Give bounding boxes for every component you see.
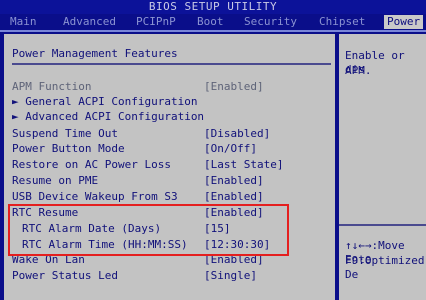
tab-boot[interactable]: Boot xyxy=(197,15,224,29)
submenu-general-acpi[interactable]: ► General ACPI Configuration xyxy=(12,95,332,109)
submenu-text: General ACPI Configuration xyxy=(25,95,198,108)
setting-apm-function[interactable]: APM Function [Enabled] xyxy=(12,80,332,94)
setting-label: Suspend Time Out xyxy=(12,127,118,140)
section-divider xyxy=(12,63,331,65)
setting-value[interactable]: [Enabled] xyxy=(204,190,264,204)
submenu-advanced-acpi[interactable]: ► Advanced ACPI Configuration xyxy=(12,110,332,124)
tab-main[interactable]: Main xyxy=(10,15,37,29)
setting-usb-device-wakeup[interactable]: USB Device Wakeup From S3 [Enabled] xyxy=(12,190,332,204)
setting-label: Power Button Mode xyxy=(12,142,125,155)
tab-advanced[interactable]: Advanced xyxy=(63,15,116,29)
setting-power-status-led[interactable]: Power Status Led [Single] xyxy=(12,269,332,283)
setting-value[interactable]: [Last State] xyxy=(204,158,283,172)
window-title: BIOS SETUP UTILITY xyxy=(0,0,426,14)
setting-suspend-time-out[interactable]: Suspend Time Out [Disabled] xyxy=(12,127,332,141)
menu-bar: Main Advanced PCIPnP Boot Security Chips… xyxy=(0,14,426,32)
setting-power-button-mode[interactable]: Power Button Mode [On/Off] xyxy=(12,142,332,156)
setting-resume-on-pme[interactable]: Resume on PME [Enabled] xyxy=(12,174,332,188)
setting-value[interactable]: [On/Off] xyxy=(204,142,257,156)
tab-pcipnp[interactable]: PCIPnP xyxy=(136,15,176,29)
tab-chipset[interactable]: Chipset xyxy=(319,15,365,29)
setting-label: APM Function xyxy=(12,80,92,93)
highlight-box xyxy=(8,204,289,256)
setting-label: USB Device Wakeup From S3 xyxy=(12,190,178,203)
help-text-line: APM. xyxy=(345,64,372,77)
submenu-arrow-icon: ► xyxy=(12,110,26,123)
settings-panel: Power Management Features APM Function [… xyxy=(4,34,335,300)
submenu-arrow-icon: ► xyxy=(12,95,26,108)
setting-label: Restore on AC Power Loss xyxy=(12,158,171,171)
setting-label: Power Status Led xyxy=(12,269,118,282)
setting-label: Resume on PME xyxy=(12,174,99,187)
submenu-text: Advanced ACPI Configuration xyxy=(25,110,205,123)
setting-value[interactable]: [Enabled] xyxy=(204,174,264,188)
help-panel: Enable or dis APM. ↑↓←→:Move Ente F9:Opt… xyxy=(339,34,426,300)
help-divider xyxy=(339,224,426,226)
setting-value[interactable]: [Enabled] xyxy=(204,80,264,94)
submenu-label: ► Advanced ACPI Configuration xyxy=(12,110,204,124)
tab-power[interactable]: Power xyxy=(384,15,424,29)
setting-value[interactable]: [Single] xyxy=(204,269,257,283)
submenu-label: ► General ACPI Configuration xyxy=(12,95,197,109)
nav-hint-optimized: F9:Optimized De xyxy=(345,254,425,281)
setting-restore-ac-power-loss[interactable]: Restore on AC Power Loss [Last State] xyxy=(12,158,332,172)
section-title: Power Management Features xyxy=(12,47,178,60)
setting-value[interactable]: [Disabled] xyxy=(204,127,270,141)
tab-security[interactable]: Security xyxy=(244,15,297,29)
